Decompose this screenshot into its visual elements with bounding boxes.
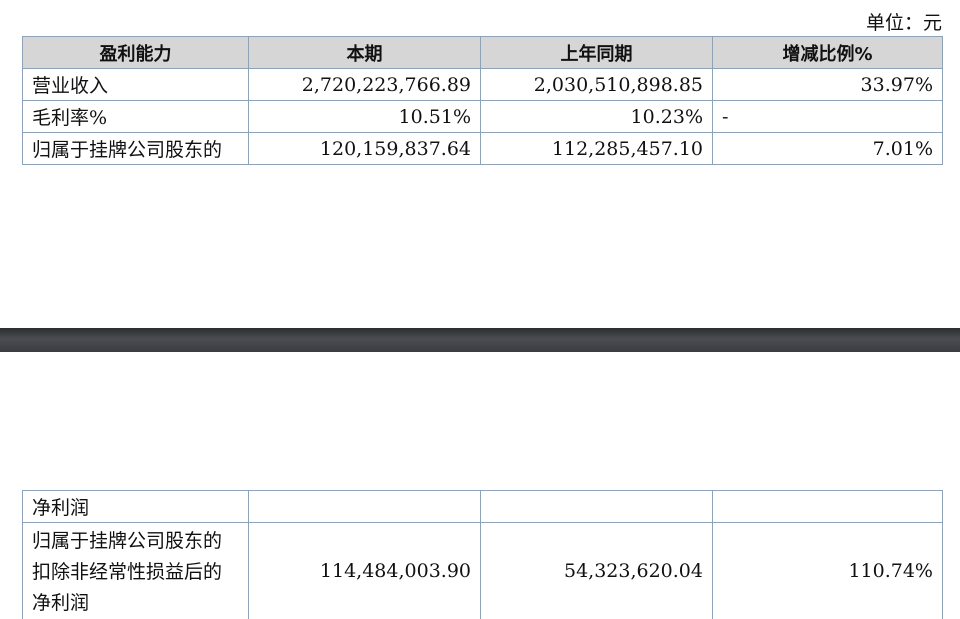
prior-value: 54,323,620.04 [481,523,713,619]
prior-value: 10.23% [481,101,713,133]
unit-label: 单位：元 [866,8,942,35]
current-value: 114,484,003.90 [249,523,481,619]
row-label: 归属于挂牌公司股东的 [23,133,249,165]
current-value [249,491,481,523]
table-header-row: 盈利能力 本期 上年同期 增减比例% [23,37,943,69]
header-current-period: 本期 [249,37,481,69]
current-value: 2,720,223,766.89 [249,69,481,101]
row-label: 毛利率% [23,101,249,133]
current-value: 120,159,837.64 [249,133,481,165]
profitability-table: 盈利能力 本期 上年同期 增减比例% 营业收入 2,720,223,766.89… [22,36,943,165]
current-value: 10.51% [249,101,481,133]
row-label: 营业收入 [23,69,249,101]
header-prior-period: 上年同期 [481,37,713,69]
page-divider [0,328,960,352]
table-row: 净利润 [23,491,943,523]
header-profitability: 盈利能力 [23,37,249,69]
table-row: 归属于挂牌公司股东的 120,159,837.64 112,285,457.10… [23,133,943,165]
table-row: 毛利率% 10.51% 10.23% - [23,101,943,133]
change-value: - [713,101,943,133]
change-value: 7.01% [713,133,943,165]
prior-value [481,491,713,523]
prior-value: 112,285,457.10 [481,133,713,165]
prior-value: 2,030,510,898.85 [481,69,713,101]
change-value: 33.97% [713,69,943,101]
header-change-ratio: 增减比例% [713,37,943,69]
table-row: 营业收入 2,720,223,766.89 2,030,510,898.85 3… [23,69,943,101]
profitability-table-continued: 净利润 归属于挂牌公司股东的扣除非经常性损益后的净利润 114,484,003.… [22,490,943,619]
row-label: 净利润 [23,491,249,523]
row-label: 归属于挂牌公司股东的扣除非经常性损益后的净利润 [23,523,249,619]
change-value: 110.74% [713,523,943,619]
change-value [713,491,943,523]
table-row: 归属于挂牌公司股东的扣除非经常性损益后的净利润 114,484,003.90 5… [23,523,943,619]
